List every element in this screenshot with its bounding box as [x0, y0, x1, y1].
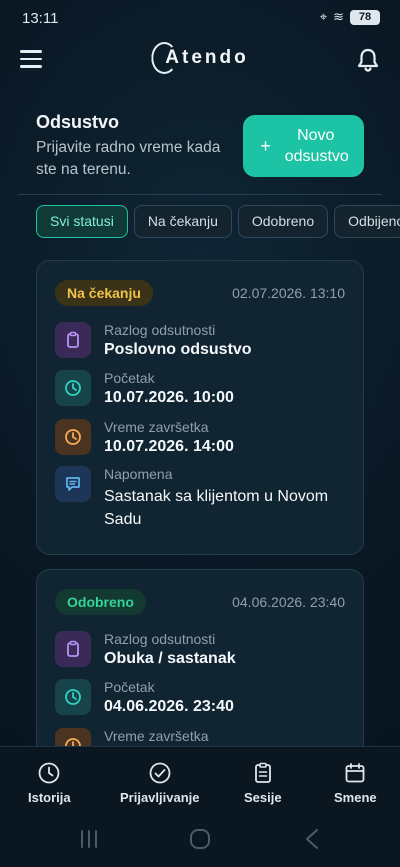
clipboard-icon — [55, 631, 91, 667]
wifi-icon: ≋ — [333, 9, 344, 24]
start-label: Početak — [104, 679, 155, 695]
status-icons: ⌖ ≋ 78 — [320, 9, 380, 25]
absence-card[interactable]: Odobreno 04.06.2026. 23:40 Razlog odsutn… — [36, 569, 364, 769]
start-label: Početak — [104, 370, 155, 386]
calendar-icon — [345, 763, 365, 783]
notification-bell-icon[interactable] — [356, 47, 380, 73]
plus-icon: + — [260, 135, 271, 156]
new-absence-button[interactable]: + Novo odsustvo — [243, 115, 364, 177]
logo-text: Atendo — [165, 47, 249, 68]
nav-item-history[interactable]: Istorija — [28, 761, 71, 805]
clock-icon — [55, 419, 91, 455]
back-icon[interactable] — [304, 828, 320, 855]
filter-chip-approved[interactable]: Odobreno — [237, 205, 329, 238]
new-absence-label: Novo odsustvo — [284, 127, 349, 165]
clock-icon — [55, 370, 91, 406]
app-logo: Atendo — [151, 42, 248, 74]
bottom-navigation: Istorija Prijavljivanje Sesije Smene — [0, 746, 400, 814]
end-value: 10.07.2026. 14:00 — [104, 438, 234, 455]
status-badge: Na čekanju — [55, 280, 153, 306]
end-label: Vreme završetka — [104, 728, 209, 744]
status-bar: 13:11 ⌖ ≋ 78 — [0, 0, 400, 36]
start-value: 04.06.2026. 23:40 — [104, 698, 234, 715]
status-time: 13:11 — [22, 10, 59, 27]
system-navigation-bar — [0, 814, 400, 867]
divider — [18, 194, 382, 195]
absence-card[interactable]: Na čekanju 02.07.2026. 13:10 Razlog odsu… — [36, 260, 364, 555]
reason-value: Poslovno odsustvo — [104, 341, 252, 358]
clock-icon — [38, 762, 60, 784]
message-icon — [55, 466, 91, 502]
note-label: Napomena — [104, 466, 173, 482]
nav-label: Sesije — [244, 790, 282, 805]
card-created-date: 02.07.2026. 13:10 — [232, 285, 345, 301]
battery-icon: 78 — [350, 9, 380, 25]
nav-item-sessions[interactable]: Sesije — [244, 761, 282, 805]
nav-item-shifts[interactable]: Smene — [334, 761, 377, 805]
card-created-date: 04.06.2026. 23:40 — [232, 594, 345, 610]
clipboard-icon — [254, 762, 271, 783]
hamburger-menu-icon[interactable] — [20, 50, 42, 68]
nav-label: Prijavljivanje — [120, 790, 200, 805]
page-subtitle: Prijavite radno vreme kada ste na terenu… — [36, 139, 221, 178]
app-header: Atendo — [0, 38, 400, 82]
status-badge: Odobreno — [55, 589, 146, 615]
filter-chip-all[interactable]: Svi statusi — [36, 205, 128, 238]
home-icon[interactable] — [189, 828, 211, 855]
check-circle-icon — [149, 762, 171, 784]
filter-chip-rejected[interactable]: Odbijeno — [334, 205, 400, 238]
clock-icon — [55, 679, 91, 715]
nav-item-check-in[interactable]: Prijavljivanje — [120, 761, 200, 805]
recent-apps-icon[interactable] — [79, 828, 99, 855]
reason-label: Razlog odsutnosti — [104, 631, 216, 647]
nav-label: Istorija — [28, 790, 71, 805]
start-value: 10.07.2026. 10:00 — [104, 389, 234, 406]
end-label: Vreme završetka — [104, 419, 209, 435]
filter-chip-pending[interactable]: Na čekanju — [133, 205, 232, 238]
reason-label: Razlog odsutnosti — [104, 322, 216, 338]
status-filter-bar: Svi statusi Na čekanju Odobreno Odbijeno — [36, 205, 400, 239]
reason-value: Obuka / sastanak — [104, 650, 236, 667]
note-value: Sastanak sa klijentom u Novom Sadu — [104, 488, 329, 528]
nav-label: Smene — [334, 790, 377, 805]
location-icon: ⌖ — [319, 9, 328, 24]
clipboard-icon — [55, 322, 91, 358]
